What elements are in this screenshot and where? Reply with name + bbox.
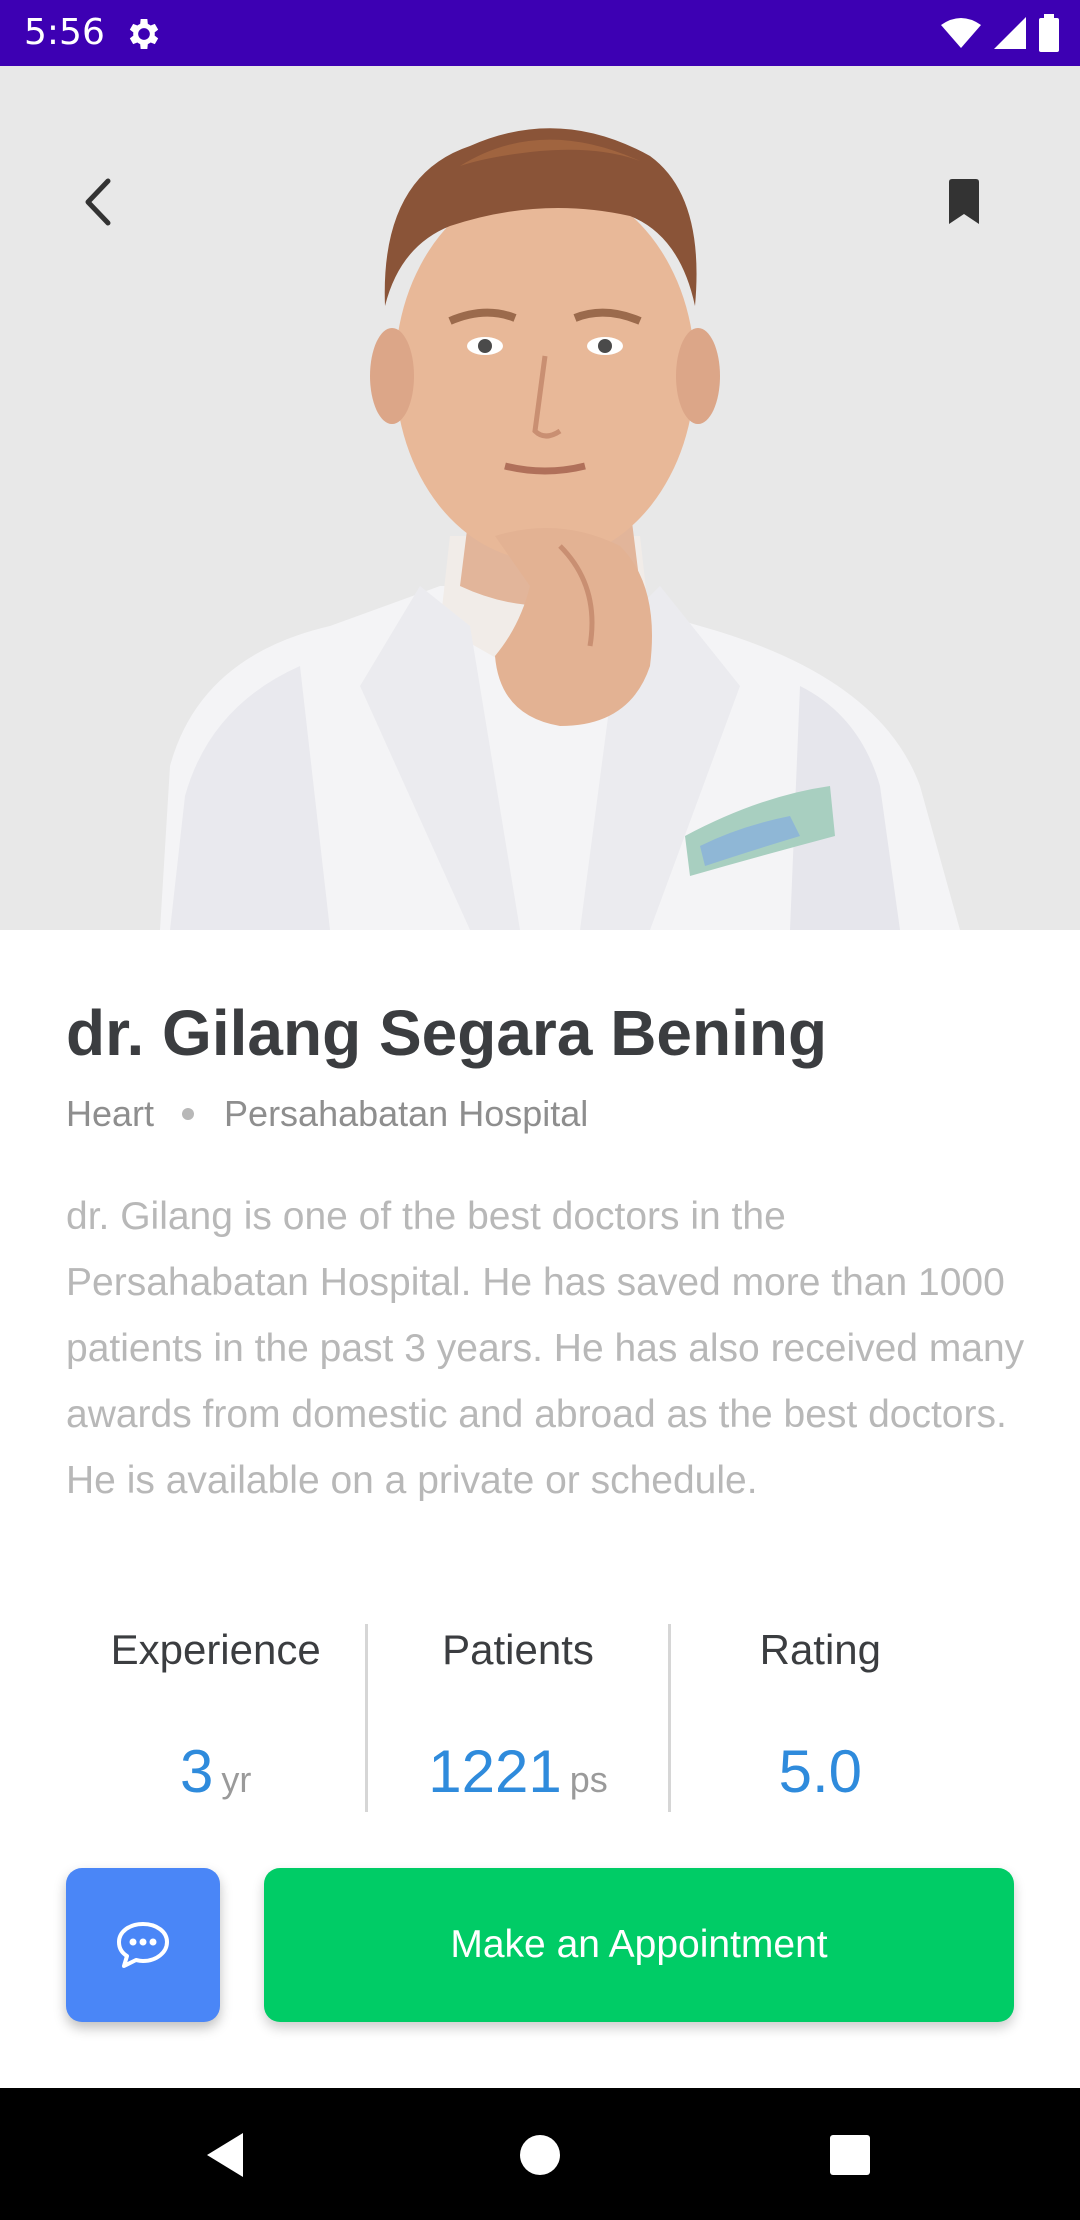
nav-recents-button[interactable] <box>815 2120 885 2190</box>
doctor-specialty: Heart <box>66 1093 155 1134</box>
home-circle-icon <box>520 2135 560 2175</box>
signal-icon <box>994 17 1026 49</box>
stat-label: Experience <box>110 1626 321 1673</box>
doctor-portrait-image <box>0 66 1080 930</box>
chat-button[interactable] <box>66 1868 220 2022</box>
back-button[interactable] <box>62 166 134 238</box>
back-triangle-icon <box>207 2133 243 2177</box>
stat-patients: Patients 1221 ps <box>365 1624 667 1812</box>
recents-square-icon <box>830 2135 870 2175</box>
doctor-meta: Heart Persahabatan Hospital <box>66 1092 588 1136</box>
stat-rating: Rating 5.0 <box>667 1624 970 1812</box>
doctor-hospital: Persahabatan Hospital <box>224 1093 589 1134</box>
chevron-left-icon <box>85 178 111 226</box>
make-appointment-button[interactable]: Make an Appointment <box>264 1868 1014 2022</box>
status-icons <box>940 12 1060 54</box>
nav-back-button[interactable] <box>190 2120 260 2190</box>
bookmark-icon <box>949 179 979 224</box>
stat-label: Rating <box>759 1626 882 1673</box>
stat-value: 1221 <box>428 1738 562 1805</box>
nav-home-button[interactable] <box>505 2120 575 2190</box>
stat-unit: yr <box>221 1759 252 1800</box>
chat-bubble-icon <box>117 1922 169 1968</box>
stat-value: 3 <box>179 1738 214 1805</box>
doctor-stats: Experience 3 yr Patients 1221 ps Rating 5.… <box>66 1624 970 1812</box>
stat-experience: Experience 3 yr <box>66 1624 365 1812</box>
system-nav-bar <box>0 2088 1080 2220</box>
stat-label: Patients <box>442 1626 594 1673</box>
doctor-photo <box>0 66 1080 930</box>
settings-gear-icon <box>129 19 159 49</box>
battery-icon <box>1039 14 1059 52</box>
separator-dot <box>182 1108 195 1120</box>
stat-value: 5.0 <box>778 1738 863 1805</box>
stat-unit: ps <box>569 1759 608 1800</box>
status-bar: 5:56 <box>0 0 1080 66</box>
doctor-bio: dr. Gilang is one of the best doctors in… <box>66 1195 1025 1502</box>
bookmark-button[interactable] <box>928 166 1000 238</box>
wifi-icon <box>941 18 981 48</box>
doctor-name: dr. Gilang Segara Bening <box>66 997 828 1069</box>
status-time: 5:56 <box>24 12 105 53</box>
